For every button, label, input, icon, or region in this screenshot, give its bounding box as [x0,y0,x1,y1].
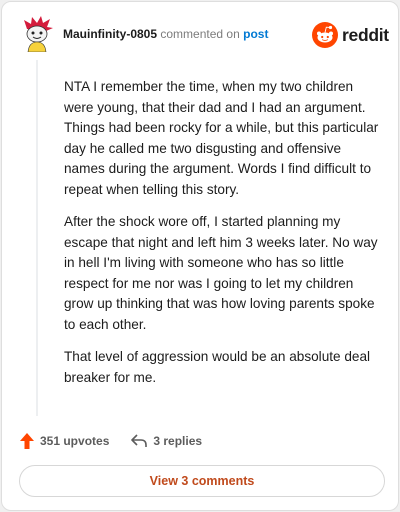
upvote-count: 351 upvotes [40,434,110,448]
reddit-logo-icon [312,22,338,48]
avatar[interactable] [20,16,54,52]
logo-text: reddit [342,24,389,45]
comment-body: NTA I remember the time, when my two chi… [64,77,384,400]
action-text: commented on [160,27,240,41]
reply-count: 3 replies [153,434,203,448]
comment-paragraph: NTA I remember the time, when my two chi… [64,79,379,197]
comment-footer: 351 upvotes 3 replies [20,431,202,451]
post-link[interactable]: post [243,27,268,41]
comment-header: Mauinfinity-0805 commented on post reddi… [2,2,398,66]
reply-arrow-icon [131,434,148,447]
username[interactable]: Mauinfinity-0805 [63,27,157,41]
upvote-arrow-icon [20,433,34,449]
view-comments-button[interactable]: View 3 comments [19,465,385,497]
comment-paragraph: After the shock wore off, I started plan… [64,214,378,332]
upvote-button[interactable]: 351 upvotes [20,433,109,449]
comment-card: Mauinfinity-0805 commented on post reddi… [1,1,399,511]
thread-line[interactable] [36,60,38,416]
reddit-logo[interactable]: reddit [312,22,389,48]
comment-paragraph: That level of aggression would be an abs… [64,349,371,385]
replies-button[interactable]: 3 replies [131,434,202,448]
comment-meta: Mauinfinity-0805 commented on post [63,27,268,41]
